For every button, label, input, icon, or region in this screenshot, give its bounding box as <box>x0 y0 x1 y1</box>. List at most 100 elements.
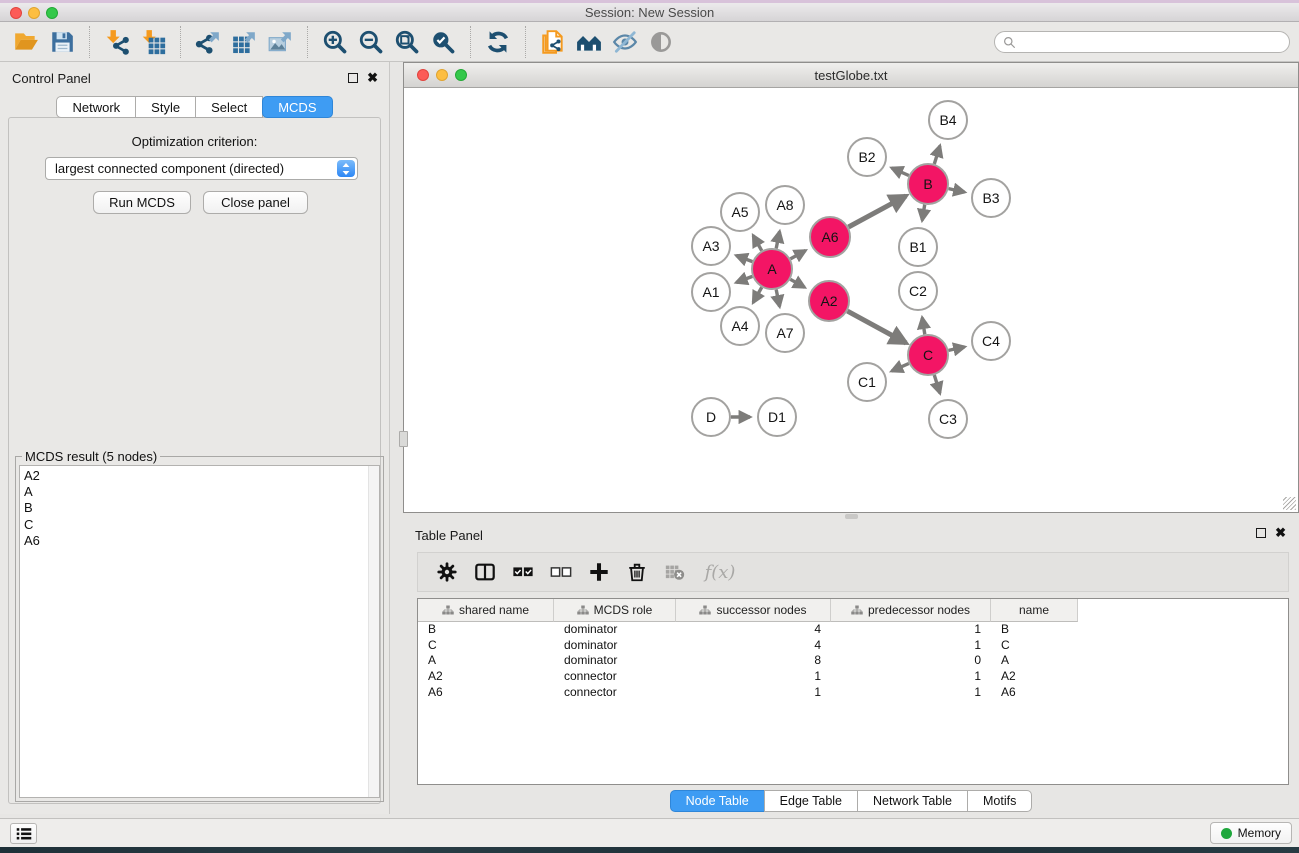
graph-node-A[interactable]: A <box>752 249 792 289</box>
edge-B-B3[interactable] <box>949 189 965 193</box>
search-box[interactable] <box>994 31 1290 53</box>
result-list-item[interactable]: A <box>24 484 379 500</box>
open-session-icon[interactable] <box>11 27 41 57</box>
new-column-icon[interactable] <box>584 557 614 587</box>
float-panel-icon[interactable] <box>348 73 358 83</box>
edge-A-A7[interactable] <box>776 290 779 307</box>
run-mcds-button[interactable]: Run MCDS <box>93 191 191 214</box>
graph-node-C3[interactable]: C3 <box>929 400 967 438</box>
edge-A2-C[interactable] <box>847 311 906 343</box>
export-image-icon[interactable] <box>265 27 295 57</box>
edge-A-A6[interactable] <box>790 251 805 259</box>
graph-node-C2[interactable]: C2 <box>899 272 937 310</box>
table-row[interactable]: Cdominator41C <box>418 638 1288 654</box>
export-network-icon[interactable] <box>193 27 223 57</box>
table-row[interactable]: Adominator80A <box>418 653 1288 669</box>
tab-edge-table[interactable]: Edge Table <box>764 790 858 812</box>
edge-A-A8[interactable] <box>776 232 779 249</box>
optimization-select[interactable]: largest connected component (directed) <box>45 157 358 180</box>
graph-node-A3[interactable]: A3 <box>692 227 730 265</box>
network-window-titlebar[interactable]: testGlobe.txt <box>404 63 1298 88</box>
zoom-in-icon[interactable] <box>320 27 350 57</box>
close-table-panel-icon[interactable]: ✖ <box>1275 527 1286 539</box>
mcds-result-list[interactable]: A2ABCA6 <box>19 465 380 798</box>
node-table[interactable]: shared nameMCDS rolesuccessor nodesprede… <box>417 598 1289 785</box>
graph-node-B3[interactable]: B3 <box>972 179 1010 217</box>
show-columns-icon[interactable] <box>470 557 500 587</box>
column-header-name[interactable]: name <box>991 599 1078 622</box>
tab-motifs[interactable]: Motifs <box>967 790 1032 812</box>
result-list-item[interactable]: B <box>24 500 379 516</box>
export-table-icon[interactable] <box>229 27 259 57</box>
select-all-icon[interactable] <box>508 557 538 587</box>
delete-columns-icon[interactable] <box>622 557 652 587</box>
zoom-out-icon[interactable] <box>356 27 386 57</box>
graph-node-A7[interactable]: A7 <box>766 314 804 352</box>
edge-A-A2[interactable] <box>790 279 804 287</box>
graph-node-A8[interactable]: A8 <box>766 186 804 224</box>
zoom-selected-icon[interactable] <box>428 27 458 57</box>
tab-node-table[interactable]: Node Table <box>670 790 765 812</box>
result-scrollbar[interactable] <box>368 466 379 797</box>
home-icon[interactable] <box>574 27 604 57</box>
table-options-icon[interactable] <box>432 557 462 587</box>
graph-node-A1[interactable]: A1 <box>692 273 730 311</box>
graph-node-A2[interactable]: A2 <box>809 281 849 321</box>
float-table-panel-icon[interactable] <box>1256 528 1266 538</box>
edge-C-C4[interactable] <box>949 347 965 351</box>
tab-network[interactable]: Network <box>56 96 136 118</box>
edge-C-C1[interactable] <box>892 364 909 372</box>
table-row[interactable]: A2connector11A2 <box>418 669 1288 685</box>
result-list-item[interactable]: A6 <box>24 533 379 549</box>
edge-A-A4[interactable] <box>753 287 762 302</box>
column-header-predecessor-nodes[interactable]: predecessor nodes <box>831 599 991 622</box>
network-graph[interactable]: AA1A2A3A4A5A6A7A8BB1B2B3B4CC1C2C3C4DD1 <box>404 88 1298 512</box>
edge-A-A1[interactable] <box>736 276 752 282</box>
graph-node-C1[interactable]: C1 <box>848 363 886 401</box>
table-row[interactable]: A6connector11A6 <box>418 685 1288 701</box>
table-row[interactable]: Bdominator41B <box>418 622 1288 638</box>
import-network-icon[interactable] <box>102 27 132 57</box>
edge-B-B2[interactable] <box>892 168 909 176</box>
column-header-shared-name[interactable]: shared name <box>418 599 554 622</box>
tab-select[interactable]: Select <box>195 96 263 118</box>
edge-A-A5[interactable] <box>753 236 762 251</box>
graph-node-D1[interactable]: D1 <box>758 398 796 436</box>
graph-node-A4[interactable]: A4 <box>721 307 759 345</box>
edge-B-B1[interactable] <box>922 205 925 221</box>
tab-style[interactable]: Style <box>135 96 196 118</box>
birdseye-toggle-handle[interactable] <box>399 431 408 447</box>
column-header-successor-nodes[interactable]: successor nodes <box>676 599 831 622</box>
edge-C-C2[interactable] <box>922 318 925 335</box>
app-titlebar[interactable]: Session: New Session <box>0 3 1299 22</box>
graph-node-D[interactable]: D <box>692 398 730 436</box>
delete-table-icon[interactable] <box>660 557 690 587</box>
import-table-icon[interactable] <box>138 27 168 57</box>
function-builder-icon[interactable]: f(x) <box>698 557 742 587</box>
search-input[interactable] <box>1021 33 1281 51</box>
column-header-mcds-role[interactable]: MCDS role <box>554 599 676 622</box>
graph-node-A5[interactable]: A5 <box>721 193 759 231</box>
save-session-icon[interactable] <box>47 27 77 57</box>
close-panel-button[interactable]: Close panel <box>203 191 308 214</box>
show-panels-list-button[interactable] <box>10 823 37 844</box>
graph-node-C[interactable]: C <box>908 335 948 375</box>
deselect-all-icon[interactable] <box>546 557 576 587</box>
edge-C-C3[interactable] <box>934 375 940 393</box>
memory-button[interactable]: Memory <box>1210 822 1292 844</box>
refresh-icon[interactable] <box>483 27 513 57</box>
network-canvas[interactable]: AA1A2A3A4A5A6A7A8BB1B2B3B4CC1C2C3C4DD1 <box>404 88 1298 512</box>
graph-node-B4[interactable]: B4 <box>929 101 967 139</box>
graph-node-A6[interactable]: A6 <box>810 217 850 257</box>
clone-network-icon[interactable] <box>538 27 568 57</box>
close-panel-icon[interactable]: ✖ <box>367 72 378 84</box>
graph-node-B2[interactable]: B2 <box>848 138 886 176</box>
result-list-item[interactable]: A2 <box>24 468 379 484</box>
tab-network-table[interactable]: Network Table <box>857 790 968 812</box>
edge-A6-B[interactable] <box>849 196 907 227</box>
tab-mcds[interactable]: MCDS <box>262 96 332 118</box>
window-resize-grip[interactable] <box>1283 497 1296 510</box>
graph-node-C4[interactable]: C4 <box>972 322 1010 360</box>
result-list-item[interactable]: C <box>24 517 379 533</box>
edge-A-A3[interactable] <box>736 256 752 262</box>
